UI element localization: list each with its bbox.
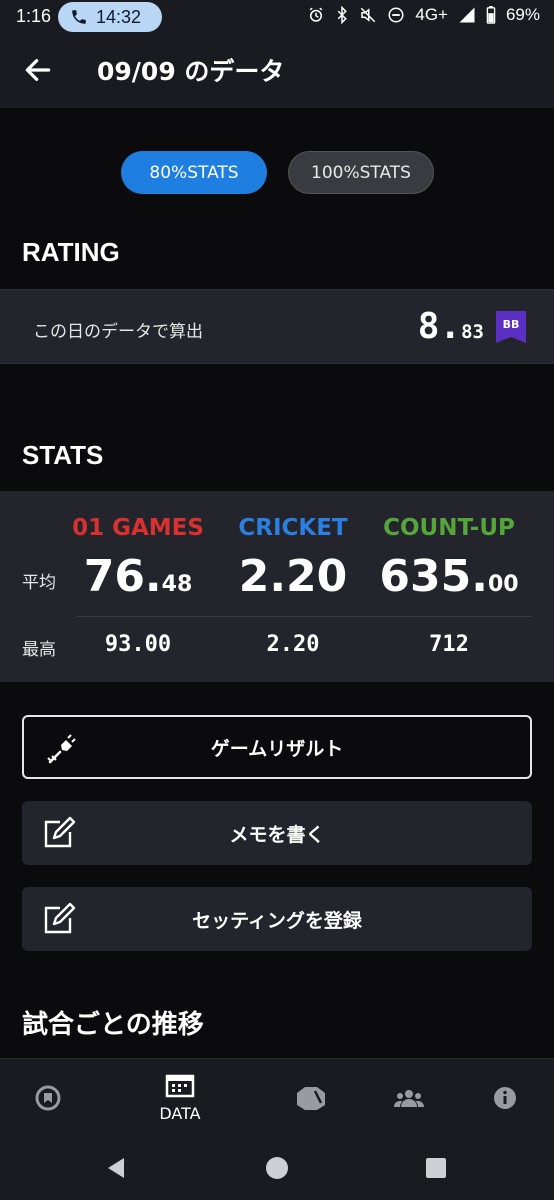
status-bar: 1:16 14:32 4G+ 69% bbox=[0, 0, 554, 34]
status-time: 1:16 bbox=[16, 6, 52, 26]
ongoing-call-chip[interactable]: 14:32 bbox=[58, 2, 162, 32]
avg-cricket: 2.20 bbox=[238, 551, 348, 602]
nav-info[interactable] bbox=[450, 1059, 554, 1137]
back-triangle-icon[interactable] bbox=[104, 1156, 128, 1180]
col-header-01-games: 01 GAMES bbox=[72, 515, 204, 541]
group-icon bbox=[394, 1090, 424, 1107]
badge-text: BB bbox=[503, 318, 520, 331]
rating-value: 8.83 bbox=[418, 306, 484, 347]
nav-data-label: DATA bbox=[159, 1103, 201, 1123]
stats-divider bbox=[77, 616, 532, 617]
rating-value-dec: 83 bbox=[461, 321, 484, 343]
nav-data[interactable]: DATA bbox=[125, 1059, 235, 1137]
stats-table: 01 GAMES CRICKET COUNT-UP 平均 76.48 2.20 … bbox=[0, 491, 554, 682]
battery-icon bbox=[486, 6, 496, 24]
signal-icon bbox=[459, 7, 475, 23]
rating-row: この日のデータで算出 8.83 bbox=[0, 289, 554, 364]
nav-friends[interactable] bbox=[354, 1059, 464, 1137]
network-type: 4G+ bbox=[415, 5, 448, 24]
bluetooth-icon bbox=[338, 6, 348, 24]
home-circle-icon[interactable] bbox=[265, 1156, 289, 1180]
avg-count-up: 635.00 bbox=[379, 551, 519, 602]
max-01-games: 93.00 bbox=[104, 632, 172, 657]
darts-case-icon bbox=[297, 1087, 325, 1110]
avg-01-games: 76.48 bbox=[83, 551, 193, 602]
mute-icon bbox=[361, 7, 376, 23]
rating-label: この日のデータで算出 bbox=[33, 322, 203, 342]
edit-note-icon bbox=[44, 816, 76, 848]
dart-icon bbox=[47, 734, 76, 764]
col-header-count-up: COUNT-UP bbox=[383, 515, 515, 541]
write-memo-label: メモを書く bbox=[229, 823, 325, 846]
trend-heading: 試合ごとの推移 bbox=[22, 1010, 204, 1040]
write-memo-button[interactable]: メモを書く bbox=[22, 801, 532, 865]
alarm-icon bbox=[309, 7, 323, 22]
row-label-average: 平均 bbox=[22, 573, 56, 593]
register-setting-button[interactable]: セッティングを登録 bbox=[22, 887, 532, 951]
nav-shop[interactable] bbox=[256, 1059, 366, 1137]
bottom-nav: DATA bbox=[0, 1058, 554, 1136]
calendar-icon bbox=[165, 1074, 195, 1097]
nav-home[interactable] bbox=[0, 1059, 103, 1137]
rating-value-int: 8. bbox=[417, 306, 462, 347]
game-result-label: ゲームリザルト bbox=[210, 737, 344, 760]
info-icon bbox=[494, 1087, 516, 1109]
game-result-button[interactable]: ゲームリザルト bbox=[22, 715, 532, 779]
system-nav-bar bbox=[0, 1136, 554, 1200]
call-duration: 14:32 bbox=[96, 6, 142, 27]
rating-flight-badge: BB bbox=[496, 311, 526, 343]
rating-heading: RATING bbox=[22, 237, 120, 267]
stats-heading: STATS bbox=[22, 440, 104, 470]
col-header-cricket: CRICKET bbox=[238, 515, 348, 541]
register-setting-label: セッティングを登録 bbox=[192, 909, 362, 932]
dartboard-icon bbox=[35, 1085, 61, 1111]
edit-note-icon bbox=[44, 902, 76, 934]
app-bar: 09/09 のデータ bbox=[0, 34, 554, 108]
phone-icon bbox=[72, 10, 86, 24]
page-title: 09/09 のデータ bbox=[97, 57, 285, 86]
toggle-100-stats[interactable]: 100%STATS bbox=[288, 151, 434, 194]
toggle-80-stats[interactable]: 80%STATS bbox=[121, 151, 267, 194]
row-label-max: 最高 bbox=[22, 640, 56, 660]
battery-percent: 69% bbox=[505, 5, 540, 24]
max-count-up: 712 bbox=[429, 632, 469, 657]
recents-square-icon[interactable] bbox=[425, 1157, 447, 1179]
status-icons: 4G+ 69% bbox=[307, 5, 540, 25]
max-cricket: 2.20 bbox=[266, 632, 320, 657]
back-arrow-icon[interactable] bbox=[22, 54, 54, 86]
do-not-disturb-icon bbox=[388, 7, 404, 23]
